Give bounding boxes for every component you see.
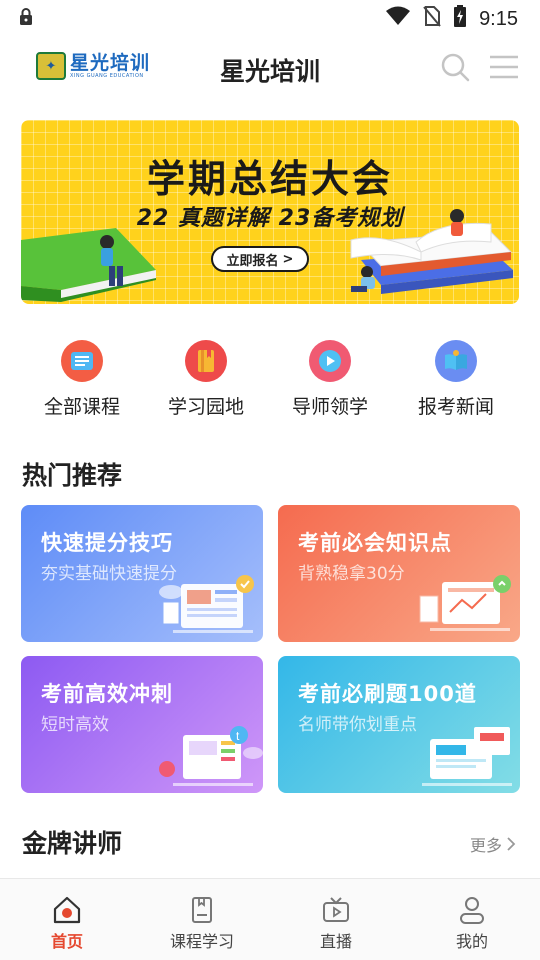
search-icon [441,53,470,82]
nav-item-study-garden[interactable]: 学习园地 [146,340,266,419]
nav-item-exam-news[interactable]: 报考新闻 [396,340,516,419]
nav-label: 导师领学 [291,396,368,418]
logo-subtitle: XING GUANG EDUCATION [70,72,144,79]
tab-home[interactable]: 首页 [7,895,127,952]
quick-nav: 全部课程 学习园地 导师领学 报考新闻 [0,340,540,420]
card-subtitle: 背熟稳拿30分 [298,564,405,584]
tab-live[interactable]: 直播 [276,895,396,952]
chevron-right-icon: > [282,251,294,267]
nav-label: 全部课程 [43,396,120,418]
more-link[interactable]: 更多 [470,832,516,856]
logo-name: 星光培训 [70,51,151,74]
tab-label: 课程学习 [169,932,234,951]
teacher-section-title: 金牌讲师 [22,829,123,858]
tab-label: 我的 [455,932,488,951]
status-time: 9:15 [479,7,518,30]
play-icon [309,340,351,382]
bottom-nav: 首页 课程学习 直播 我的 [0,878,540,960]
tab-mine[interactable]: 我的 [412,895,532,952]
monitor-illustration: t [159,726,263,786]
card-subtitle: 名师带你划重点 [298,715,417,735]
course-list-icon [61,340,103,382]
tab-label: 首页 [50,932,83,951]
promo-banner[interactable]: 学期总结大会 22 真题详解 23备考规划 立即报名 > [21,120,519,304]
logo-badge-icon: ✦ [36,52,66,80]
monitor-illustration [422,727,512,786]
tab-label: 直播 [319,932,352,951]
book-icon [185,340,227,382]
app-logo: ✦ 星光培训 XING GUANG EDUCATION [36,52,150,80]
battery-charging-icon [453,5,467,33]
banner-subtitle: 22 真题详解 23备考规划 [136,206,404,231]
register-now-button[interactable]: 立即报名 > [211,246,309,272]
nav-label: 报考新闻 [417,396,494,418]
card-must-do-100[interactable]: 考前必刷题100道 名师带你划重点 [278,656,520,793]
wifi-icon [385,6,411,32]
nav-label: 学习园地 [167,396,244,418]
hot-section-title: 热门推荐 [22,461,123,490]
card-final-sprint[interactable]: 考前高效冲刺 短时高效 t [21,656,263,793]
card-title: 考前必会知识点 [298,531,452,555]
card-title: 快速提分技巧 [41,531,173,555]
tab-course-study[interactable]: 课程学习 [142,895,262,952]
status-bar: 9:15 [0,0,540,38]
banner-title: 学期总结大会 [146,157,393,201]
more-label: 更多 [470,836,503,855]
open-book-icon [435,340,477,382]
chevron-right-icon [507,837,516,851]
menu-icon [490,55,518,79]
notebook-icon [192,897,212,923]
card-key-knowledge[interactable]: 考前必会知识点 背熟稳拿30分 [278,505,520,642]
lock-icon [18,7,34,31]
register-now-label: 立即报名 [226,253,279,269]
nav-item-all-courses[interactable]: 全部课程 [22,340,142,419]
menu-button[interactable] [486,50,522,84]
tv-icon [323,897,349,922]
nav-item-mentor-led[interactable]: 导师领学 [270,340,390,419]
home-icon [53,896,81,924]
card-quick-score[interactable]: 快速提分技巧 夯实基础快速提分 [21,505,263,642]
card-title: 考前高效冲刺 [41,682,173,706]
no-sim-icon [423,5,441,33]
app-header: ✦ 星光培训 XING GUANG EDUCATION 星光培训 [0,38,540,98]
monitor-illustration [419,575,511,631]
card-title: 考前必刷题100道 [298,682,477,706]
card-subtitle: 短时高效 [41,715,109,735]
search-button[interactable] [438,50,472,84]
monitor-illustration [159,575,254,633]
user-icon [460,897,484,924]
